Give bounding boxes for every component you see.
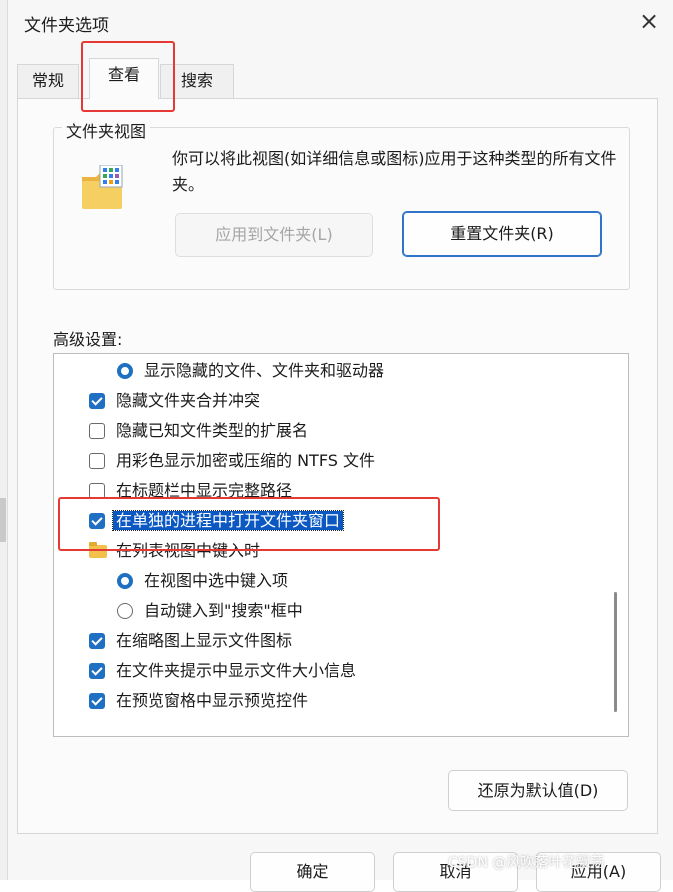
radio-button[interactable] (117, 603, 133, 619)
list-item-label: 在预览窗格中显示预览控件 (116, 691, 309, 710)
list-item-label: 在缩略图上显示文件图标 (116, 631, 293, 650)
folder-view-icon (82, 165, 123, 209)
background-window-edge-mark (0, 498, 6, 542)
annotation-box-view-tab (81, 41, 175, 112)
restore-defaults-button[interactable]: 还原为默认值(D) (448, 770, 628, 811)
list-item-label: 隐藏已知文件类型的扩展名 (116, 421, 309, 440)
list-item-label: 显示隐藏的文件、文件夹和驱动器 (144, 361, 385, 380)
list-item[interactable]: 在文件夹提示中显示文件大小信息 (89, 656, 356, 686)
checkbox[interactable] (89, 633, 105, 649)
tab-general[interactable]: 常规 (17, 64, 79, 98)
list-item-label: 在视图中选中键入项 (144, 571, 289, 590)
advanced-settings-label: 高级设置: (53, 330, 123, 349)
list-item[interactable]: 显示隐藏的文件、文件夹和驱动器 (117, 356, 384, 386)
close-icon[interactable]: × (636, 8, 662, 34)
list-item[interactable]: 隐藏已知文件类型的扩展名 (89, 416, 308, 446)
folder-views-legend: 文件夹视图 (62, 118, 151, 142)
checkbox[interactable] (89, 663, 105, 679)
list-item-label: 用彩色显示加密或压缩的 NTFS 文件 (116, 451, 375, 470)
dialog-title: 文件夹选项 (24, 16, 109, 36)
checkbox[interactable] (89, 693, 105, 709)
list-item-label: 自动键入到"搜索"框中 (144, 601, 303, 620)
list-scrollbar-thumb[interactable] (614, 592, 617, 712)
radio-button[interactable] (117, 573, 133, 589)
list-item[interactable]: 在缩略图上显示文件图标 (89, 626, 292, 656)
reset-folders-button[interactable]: 重置文件夹(R) (402, 211, 602, 257)
list-item[interactable]: 用彩色显示加密或压缩的 NTFS 文件 (89, 446, 375, 476)
list-item[interactable]: 自动键入到"搜索"框中 (117, 596, 303, 626)
ok-button[interactable]: 确定 (250, 852, 375, 892)
folder-views-description: 你可以将此视图(如详细信息或图标)应用于这种类型的所有文件夹。 (172, 149, 617, 194)
list-item-label: 在文件夹提示中显示文件大小信息 (116, 661, 357, 680)
checkbox[interactable] (89, 453, 105, 469)
list-item-label: 隐藏文件夹合并冲突 (116, 391, 261, 410)
list-item[interactable]: 在视图中选中键入项 (117, 566, 288, 596)
background-window-edge (0, 0, 8, 880)
apply-to-folders-button[interactable]: 应用到文件夹(L) (175, 213, 373, 257)
list-item[interactable]: 在预览窗格中显示预览控件 (89, 686, 308, 716)
radio-button[interactable] (117, 363, 133, 379)
annotation-box-separate-process (58, 497, 440, 551)
list-item[interactable]: 隐藏文件夹合并冲突 (89, 386, 260, 416)
checkbox[interactable] (89, 393, 105, 409)
checkbox[interactable] (89, 423, 105, 439)
watermark: CSDN @风吹落叶花飘荡 (448, 855, 605, 871)
